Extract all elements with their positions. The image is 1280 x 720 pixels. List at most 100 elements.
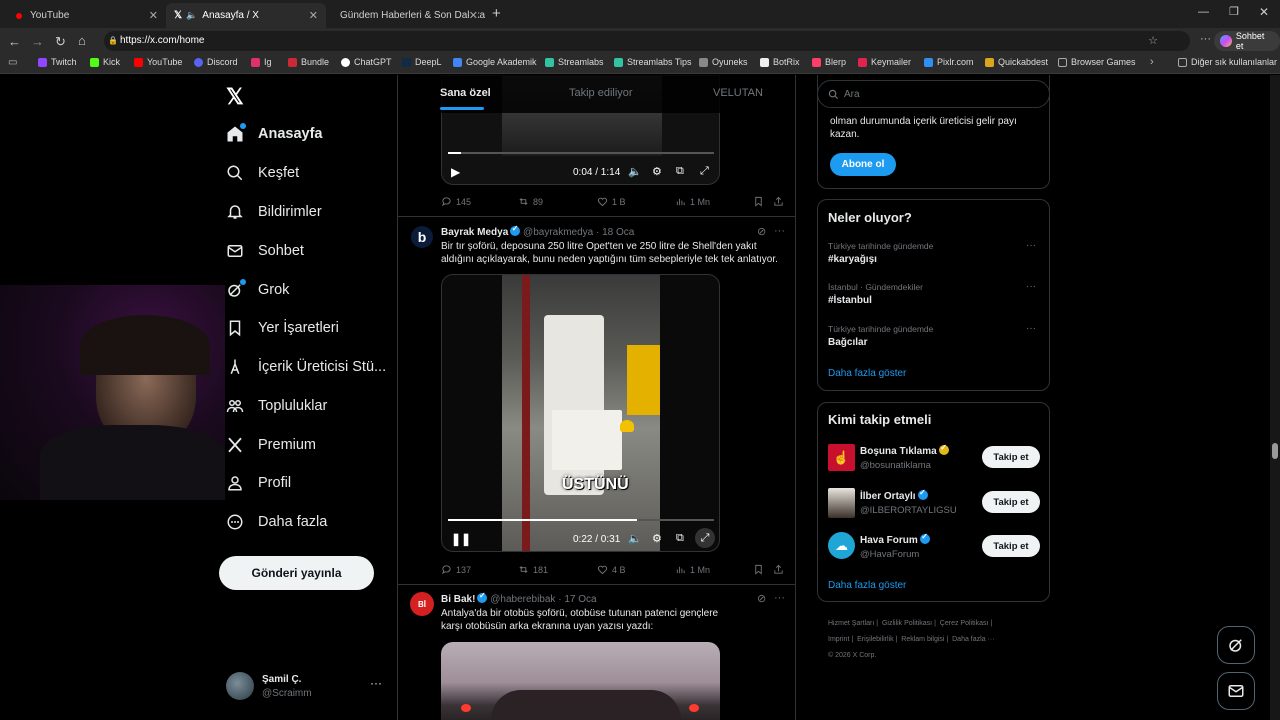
settings-icon[interactable]: ⚙ <box>652 532 662 545</box>
tab-youtube[interactable]: YouTube ✕ <box>8 3 166 28</box>
footer-link[interactable]: Hizmet Şartları <box>828 620 874 627</box>
close-window-icon[interactable]: ✕ <box>1259 5 1269 19</box>
minimize-icon[interactable]: — <box>1198 6 1209 18</box>
follow-button[interactable]: Takip et <box>982 491 1040 513</box>
pip-icon[interactable]: ⧉ <box>676 165 684 178</box>
scrollbar[interactable] <box>1270 75 1280 720</box>
like-action[interactable]: 1 B <box>597 196 626 207</box>
bookmark-item[interactable]: YouTube <box>134 57 182 67</box>
bookmark-item[interactable]: Keymailer <box>858 57 911 67</box>
close-tab-icon[interactable]: ✕ <box>468 9 478 22</box>
show-more-link[interactable]: Daha fazla göster <box>828 368 906 379</box>
x-logo[interactable]: 𝕏 <box>226 84 244 110</box>
bookmark-item[interactable]: Streamlabs Tips <box>614 57 692 67</box>
more-dots-icon[interactable]: ··· <box>370 676 382 690</box>
nav-notifications[interactable]: Bildirimler <box>226 198 322 226</box>
volume-icon[interactable]: 🔈 <box>628 165 642 178</box>
bookmark-item[interactable]: Google Akademik <box>453 57 537 67</box>
author-name[interactable]: Bi Bak! <box>441 594 475 605</box>
bookmark-item[interactable]: Ig <box>251 57 272 67</box>
bookmark-item[interactable]: DeepL <box>402 57 442 67</box>
follow-suggestion[interactable]: ☁ Hava Forum @HavaForum Takip et <box>818 528 1049 568</box>
volume-icon[interactable]: 🔈 <box>628 532 642 545</box>
more-dots-icon[interactable]: ··· <box>1026 240 1036 251</box>
nav-profile[interactable]: Profil <box>226 469 291 497</box>
footer-link[interactable]: Erişilebilirlik <box>857 636 894 643</box>
like-action[interactable]: 4 B <box>597 564 626 575</box>
bookmark-item[interactable]: Streamlabs <box>545 57 604 67</box>
bookmark-item[interactable]: Pixlr.com <box>924 57 974 67</box>
tab-following[interactable]: Takip ediliyor <box>569 87 633 99</box>
progress-track[interactable] <box>448 152 714 154</box>
home-icon[interactable]: ⌂ <box>78 33 86 48</box>
back-icon[interactable]: ← <box>8 34 21 49</box>
favorite-star-icon[interactable]: ☆ <box>1148 31 1158 51</box>
more-dots-icon[interactable]: ··· <box>774 592 785 604</box>
tab-x-home[interactable]: 𝕏 🔈 Anasayfa / X ✕ <box>166 3 326 28</box>
follow-suggestion[interactable]: ☝ Boşuna Tıklama @bosunatiklama Takip et <box>818 439 1049 479</box>
post-button[interactable]: Gönderi yayınla <box>219 556 374 590</box>
bookmark-item[interactable]: Browser Games <box>1058 57 1136 67</box>
follow-button[interactable]: Takip et <box>982 446 1040 468</box>
bookmark-item[interactable]: Quickabdest <box>985 57 1048 67</box>
bookmark-action[interactable] <box>753 564 764 575</box>
post2-video[interactable]: ÜSTÜNÜ ❚❚ 0:22 / 0:31 🔈 ⚙ ⧉ ⤢ <box>441 274 720 552</box>
refresh-icon[interactable]: ↻ <box>55 34 66 50</box>
show-more-link[interactable]: Daha fazla göster <box>828 580 906 591</box>
fullscreen-icon[interactable]: ⤢ <box>695 528 715 548</box>
bookmark-item[interactable]: Blerp <box>812 57 846 67</box>
more-dots-icon[interactable]: ··· <box>774 225 785 237</box>
play-icon[interactable]: ▶ <box>451 165 460 179</box>
nav-home[interactable]: Anasayfa <box>226 120 322 148</box>
bookmark-action[interactable] <box>753 196 764 207</box>
footer-link[interactable]: Reklam bilgisi <box>901 636 944 643</box>
close-tab-icon[interactable]: ✕ <box>309 9 318 22</box>
nav-creator-studio[interactable]: İçerik Üreticisi Stü... <box>226 353 386 381</box>
bookmark-item[interactable]: ChatGPT <box>341 57 392 67</box>
share-action[interactable] <box>773 564 784 575</box>
chat-button[interactable]: Sohbet et <box>1214 31 1280 51</box>
trend-item[interactable]: Türkiye tarihinde gündemde #karyağışı ··… <box>818 238 1049 276</box>
bookmarks-menu-icon[interactable]: ▭ <box>8 57 17 68</box>
pip-icon[interactable]: ⧉ <box>676 532 684 545</box>
bookmark-item[interactable]: BotRix <box>760 57 800 67</box>
fullscreen-icon[interactable]: ⤢ <box>700 165 709 178</box>
reply-action[interactable]: 145 <box>441 196 471 207</box>
other-bookmarks[interactable]: Diğer sık kullanılanlar <box>1178 57 1277 67</box>
follow-suggestion[interactable]: İlber Ortaylı @ILBERORTAYLIGSU Takip et <box>818 484 1049 524</box>
new-tab-icon[interactable]: + <box>492 5 501 22</box>
nav-more[interactable]: Daha fazla <box>226 508 327 536</box>
author-handle[interactable]: @haberebibak <box>490 594 555 605</box>
url-field[interactable]: 🔒 https://x.com/home ☆ <box>104 31 1190 51</box>
search-input[interactable]: Ara <box>817 80 1050 108</box>
footer-link[interactable]: Çerez Politikası <box>940 620 989 627</box>
bookmark-item[interactable]: Oyuneks <box>699 57 748 67</box>
account-switcher[interactable]: Şamil Ç. @Scraimm ··· <box>226 672 391 702</box>
footer-link[interactable]: Daha fazla ··· <box>952 636 994 643</box>
nav-bookmarks[interactable]: Yer İşaretleri <box>226 314 339 342</box>
more-dots-icon[interactable]: ··· <box>1026 323 1036 334</box>
bookmark-item[interactable]: Discord <box>194 57 238 67</box>
more-dots-icon[interactable]: ··· <box>1026 281 1036 292</box>
views-action[interactable]: 1 Mn <box>675 564 710 575</box>
trend-item[interactable]: Türkiye tarihinde gündemde Bağcılar ··· <box>818 321 1049 359</box>
follow-button[interactable]: Takip et <box>982 535 1040 557</box>
pause-icon[interactable]: ❚❚ <box>451 532 471 546</box>
avatar[interactable]: b <box>411 226 433 248</box>
nav-premium[interactable]: Premium <box>226 431 316 459</box>
tab-velutan[interactable]: VELUTAN <box>713 87 763 99</box>
nav-communities[interactable]: Topluluklar <box>226 392 327 420</box>
messages-float-button[interactable] <box>1217 672 1255 710</box>
nav-explore[interactable]: Keşfet <box>226 159 299 187</box>
scrollbar-thumb[interactable] <box>1272 443 1278 459</box>
settings-icon[interactable]: ⚙ <box>652 165 662 178</box>
repost-action[interactable]: 181 <box>518 564 548 575</box>
share-action[interactable] <box>773 196 784 207</box>
footer-link[interactable]: Gizlilik Politikası <box>882 620 932 627</box>
post-date[interactable]: · 18 Oca <box>596 227 634 238</box>
avatar[interactable]: Bİ <box>410 592 434 616</box>
grok-float-button[interactable] <box>1217 626 1255 664</box>
reply-action[interactable]: 137 <box>441 564 471 575</box>
tab-for-you[interactable]: Sana özel <box>440 87 491 99</box>
post3-image[interactable] <box>441 642 720 720</box>
